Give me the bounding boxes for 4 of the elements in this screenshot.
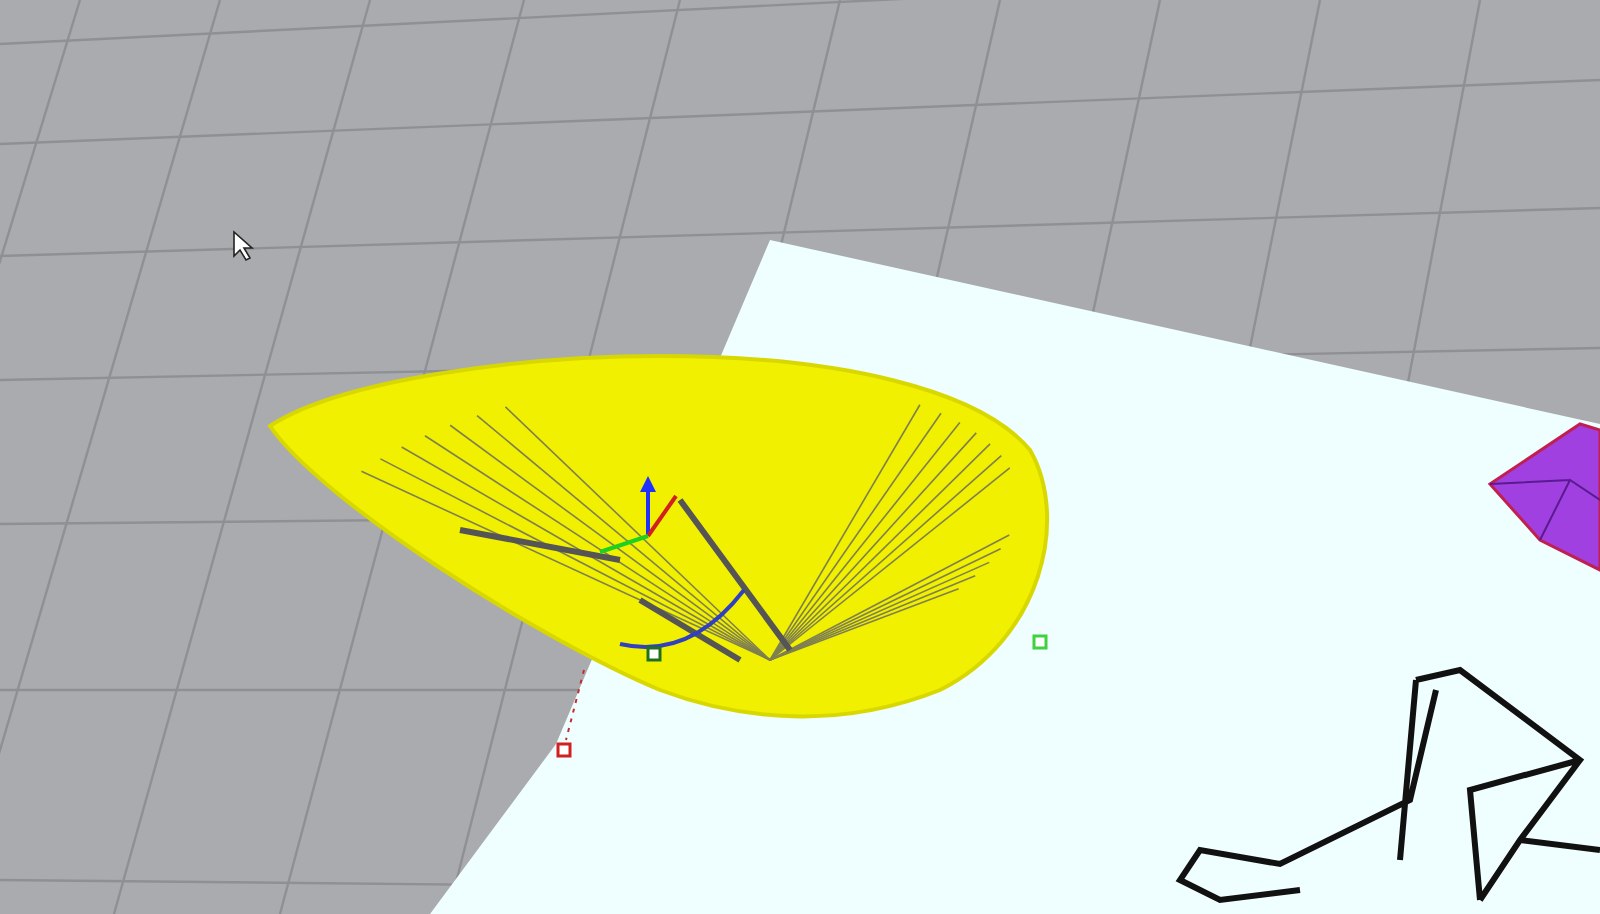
- gem-drawing[interactable]: [1487, 422, 1600, 573]
- bowl-mesh-drawing[interactable]: [268, 354, 1049, 758]
- cursor-icon: [233, 230, 255, 262]
- wireframe-drawing[interactable]: [1175, 666, 1600, 904]
